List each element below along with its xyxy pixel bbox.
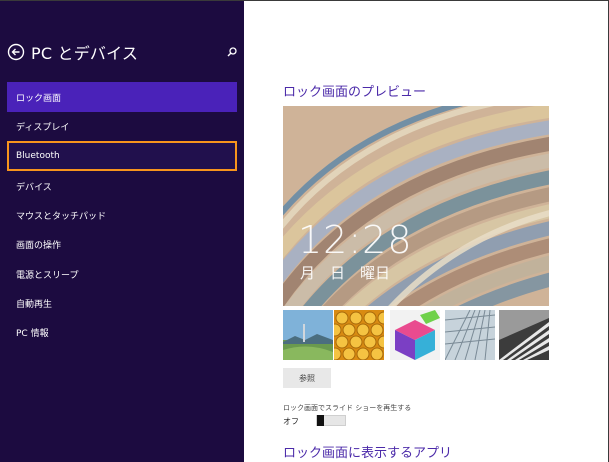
preview-date: 月 日 曜日 [300, 264, 391, 282]
sidebar-item-corners-edges[interactable]: 画面の操作 [7, 229, 237, 259]
sidebar-item-label: マウスとタッチパッド [16, 211, 107, 222]
glass-roof-thumbnail-image [445, 310, 495, 360]
honeycomb-thumbnail-image [334, 310, 384, 360]
sidebar-item-label: 電源とスリープ [16, 270, 79, 281]
cubes-thumbnail-image [390, 310, 440, 360]
thumbnail-landscape-city[interactable] [283, 310, 333, 360]
preview-time: 12:28 [298, 218, 413, 262]
lock-screen-preview: 12:28 月 日 曜日 [283, 106, 549, 306]
lock-screen-apps-heading: ロック画面に表示するアプリ [283, 446, 453, 461]
thumbnail-glass-roof[interactable] [445, 310, 495, 360]
browse-button[interactable]: 参照 [283, 368, 331, 388]
thumbnail-piano-keys[interactable] [499, 310, 549, 360]
back-arrow-icon[interactable] [7, 43, 25, 61]
sidebar-item-lock-screen[interactable]: ロック画面 [7, 82, 237, 112]
slideshow-toggle[interactable] [316, 415, 346, 426]
slideshow-state-text: オフ [283, 417, 299, 426]
sidebar-item-devices[interactable]: デバイス [7, 171, 237, 201]
sidebar-item-label: 自動再生 [16, 299, 53, 310]
toggle-knob [317, 415, 324, 426]
sidebar-item-label: 画面の操作 [16, 240, 62, 251]
sidebar-item-bluetooth[interactable]: Bluetooth [7, 141, 237, 171]
sidebar-item-power-sleep[interactable]: 電源とスリープ [7, 259, 237, 289]
settings-sidebar: PC とデバイス ロック画面 ディスプレイ Bluetooth デバイス マウス… [0, 1, 244, 462]
sidebar-item-label: ロック画面 [16, 93, 62, 104]
sidebar-item-label: デバイス [16, 182, 52, 193]
sidebar-header: PC とデバイス [7, 39, 239, 65]
thumbnail-honeycomb[interactable] [334, 310, 384, 360]
lock-screen-preview-heading: ロック画面のプレビュー [283, 85, 427, 100]
sidebar-item-pc-info[interactable]: PC 情報 [7, 317, 237, 347]
sidebar-item-label: Bluetooth [16, 151, 60, 161]
sidebar-item-label: PC 情報 [16, 328, 49, 339]
piano-thumbnail-image [499, 310, 549, 360]
search-icon[interactable] [225, 44, 239, 58]
sidebar-item-mouse-touchpad[interactable]: マウスとタッチパッド [7, 200, 237, 230]
thumbnail-color-cubes[interactable] [390, 310, 440, 360]
sidebar-title: PC とデバイス [31, 44, 139, 63]
sidebar-item-autoplay[interactable]: 自動再生 [7, 288, 237, 318]
landscape-thumbnail-image [283, 310, 333, 360]
sidebar-item-label: ディスプレイ [16, 122, 70, 133]
slideshow-label: ロック画面でスライド ショーを再生する [283, 404, 412, 412]
sidebar-item-display[interactable]: ディスプレイ [7, 111, 237, 141]
